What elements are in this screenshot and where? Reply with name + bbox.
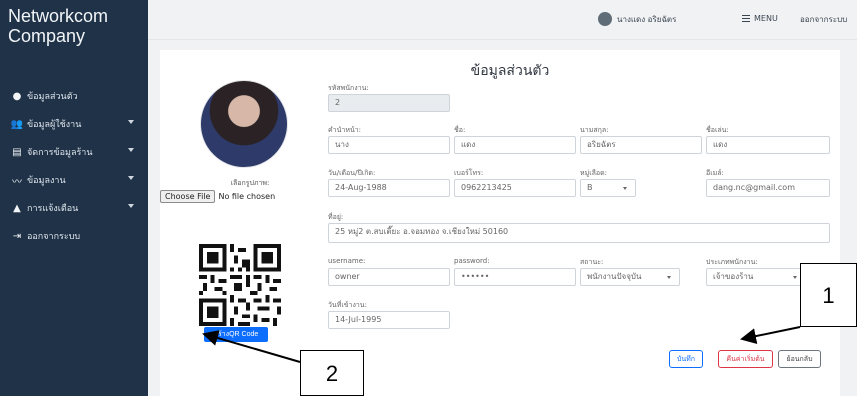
sidebar-item-label: ข้อมูลผู้ใช้งาน — [27, 120, 82, 130]
topbar: นางแดง อริยฉัตร MENU ออกจากระบบ — [148, 0, 857, 40]
birthdate-field[interactable]: 24-Aug-1988 — [328, 179, 450, 197]
create-qr-code-button[interactable]: สร้างQR Code — [204, 327, 268, 342]
profile-photo — [200, 80, 288, 168]
first-name-field[interactable]: แดง — [454, 136, 576, 154]
blood-type-select[interactable]: B — [580, 179, 636, 197]
app-root: Networkcom Company ● ข้อมูลส่วนตัว 👥 ข้อ… — [0, 0, 857, 396]
logout-link[interactable]: ออกจากระบบ — [800, 13, 847, 26]
status-select[interactable]: พนักงานปัจจุบัน — [580, 268, 680, 286]
chevron-down-icon — [128, 176, 134, 180]
file-icon: ▤ — [12, 146, 22, 158]
back-button[interactable]: ย้อนกลับ — [778, 350, 821, 368]
menu-button[interactable]: MENU — [742, 13, 778, 24]
qr-code — [199, 244, 281, 326]
prefix-field[interactable]: นาง — [328, 136, 450, 154]
annotation-label-2: 2 — [300, 350, 364, 396]
start-date-label: วันที่เข้างาน: — [328, 301, 367, 309]
sidebar-item-label: ข้อมูลส่วนตัว — [27, 92, 78, 102]
file-status: No file chosen — [218, 192, 276, 201]
last-name-field[interactable]: อริยฉัตร — [580, 136, 702, 154]
start-date-field[interactable]: 14-Jul-1995 — [328, 311, 450, 329]
menu-label: MENU — [754, 14, 778, 23]
birthdate-label: วัน/เดือน/ปีเกิด: — [328, 169, 376, 177]
chevron-down-icon — [128, 120, 134, 124]
employee-type-select[interactable]: เจ้าของร้าน — [706, 268, 806, 286]
bell-icon: ▲ — [13, 202, 21, 214]
first-name-label: ชื่อ: — [454, 126, 466, 134]
nickname-label: ชื่อเล่น: — [706, 126, 729, 134]
reset-button[interactable]: คืนค่าเริ่มต้น — [718, 350, 773, 368]
annotation-label-1: 1 — [800, 263, 857, 327]
status-label: สถานะ: — [580, 258, 604, 266]
user-name: นางแดง อริยฉัตร — [617, 14, 677, 24]
sidebar-nav: ● ข้อมูลส่วนตัว 👥 ข้อมูลผู้ใช้งาน ▤ จัดก… — [0, 84, 148, 252]
prefix-label: คำนำหน้า: — [328, 126, 362, 134]
username-field[interactable]: owner — [328, 268, 450, 286]
email-label: อีเมล์: — [706, 169, 724, 177]
profile-card: ข้อมูลส่วนตัว เลือกรูปภาพ: Choose File N… — [160, 50, 840, 396]
user-menu[interactable]: นางแดง อริยฉัตร — [598, 12, 676, 26]
address-textarea[interactable]: 25 หมู่2 ต.สบเตี๊ยะ อ.จอมทอง จ.เชียงใหม่… — [328, 223, 830, 243]
phone-label: เบอร์โทร: — [454, 169, 484, 177]
sidebar-item-jobs[interactable]: 〰 ข้อมูลงาน — [0, 168, 148, 192]
choose-file-button[interactable]: Choose File — [160, 190, 216, 203]
sidebar-item-profile[interactable]: ● ข้อมูลส่วนตัว — [0, 84, 148, 108]
user-circle-icon: ● — [12, 90, 22, 102]
email-field[interactable]: dang.nc@gmail.com — [706, 179, 830, 197]
phone-field[interactable]: 0962213425 — [454, 179, 576, 197]
nickname-field[interactable]: แดง — [706, 136, 830, 154]
sidebar-item-label: การแจ้งเตือน — [27, 204, 79, 214]
photo-label: เลือกรูปภาพ: — [230, 179, 270, 187]
users-icon: 👥 — [10, 118, 24, 130]
password-field[interactable]: •••••• — [454, 268, 576, 286]
avatar — [598, 12, 612, 26]
address-label: ที่อยู่: — [328, 213, 344, 221]
sidebar-item-logout[interactable]: ⇥ ออกจากระบบ — [0, 224, 148, 248]
chevron-down-icon — [128, 148, 134, 152]
last-name-label: นามสกุล: — [580, 126, 609, 134]
blood-type-label: หมู่เลือด: — [580, 169, 608, 177]
sidebar-item-label: ข้อมูลงาน — [27, 176, 66, 186]
employee-id-label: รหัสพนักงาน: — [328, 84, 369, 92]
sidebar-item-label: ออกจากระบบ — [27, 232, 81, 242]
username-label: username: — [328, 257, 366, 265]
file-upload: Choose File No file chosen — [160, 190, 275, 203]
password-label: password: — [454, 257, 490, 265]
sidebar-item-shop[interactable]: ▤ จัดการข้อมูลร้าน — [0, 140, 148, 164]
line-chart-icon: 〰 — [12, 176, 22, 188]
sign-out-icon: ⇥ — [12, 230, 22, 242]
sidebar-item-users[interactable]: 👥 ข้อมูลผู้ใช้งาน — [0, 112, 148, 136]
employee-id-field[interactable]: 2 — [328, 94, 450, 112]
sidebar: Networkcom Company ● ข้อมูลส่วนตัว 👥 ข้อ… — [0, 0, 148, 396]
sidebar-item-label: จัดการข้อมูลร้าน — [27, 148, 93, 158]
page-title: ข้อมูลส่วนตัว — [470, 63, 550, 79]
sidebar-item-notifications[interactable]: ▲ การแจ้งเตือน — [0, 196, 148, 220]
hamburger-icon — [742, 13, 750, 24]
brand-name: Networkcom Company — [8, 6, 109, 46]
content-area: ข้อมูลส่วนตัว เลือกรูปภาพ: Choose File N… — [148, 40, 857, 396]
employee-type-label: ประเภทพนักงาน: — [706, 258, 758, 266]
chevron-down-icon — [128, 204, 134, 208]
save-button[interactable]: บันทึก — [669, 350, 703, 368]
